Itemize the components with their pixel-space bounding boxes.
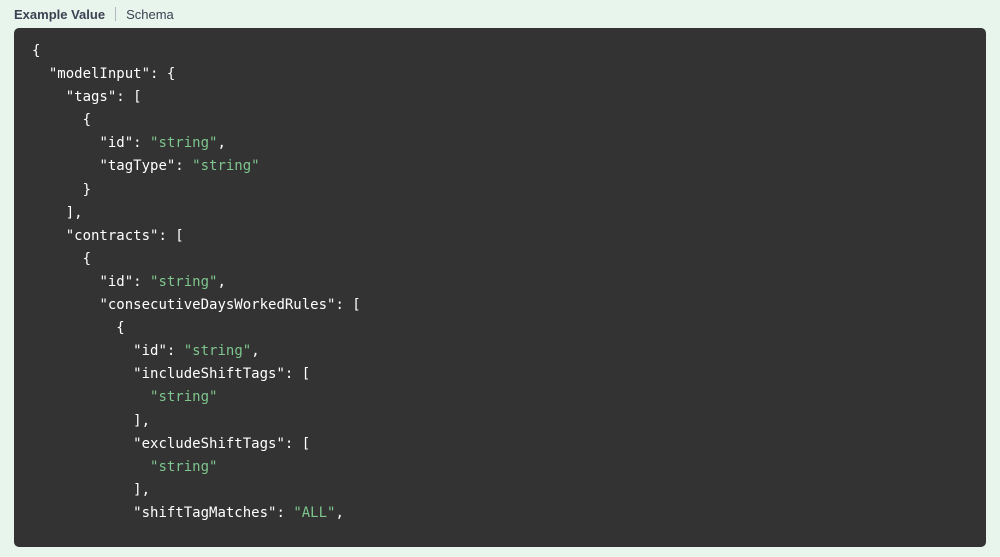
string-value: string (158, 135, 209, 151)
tab-example-value[interactable]: Example Value (14, 4, 115, 25)
example-tabs: Example Value Schema (14, 0, 986, 28)
string-value: string (158, 459, 209, 475)
string-value: string (158, 389, 209, 405)
string-value: string (192, 343, 243, 359)
enum-value: ALL (302, 505, 327, 521)
tab-schema[interactable]: Schema (126, 4, 184, 25)
string-value: string (158, 274, 209, 290)
tab-divider (115, 7, 116, 21)
example-value-code: { "modelInput": { "tags": [ { "id": "str… (14, 28, 986, 547)
string-value: string (201, 158, 252, 174)
